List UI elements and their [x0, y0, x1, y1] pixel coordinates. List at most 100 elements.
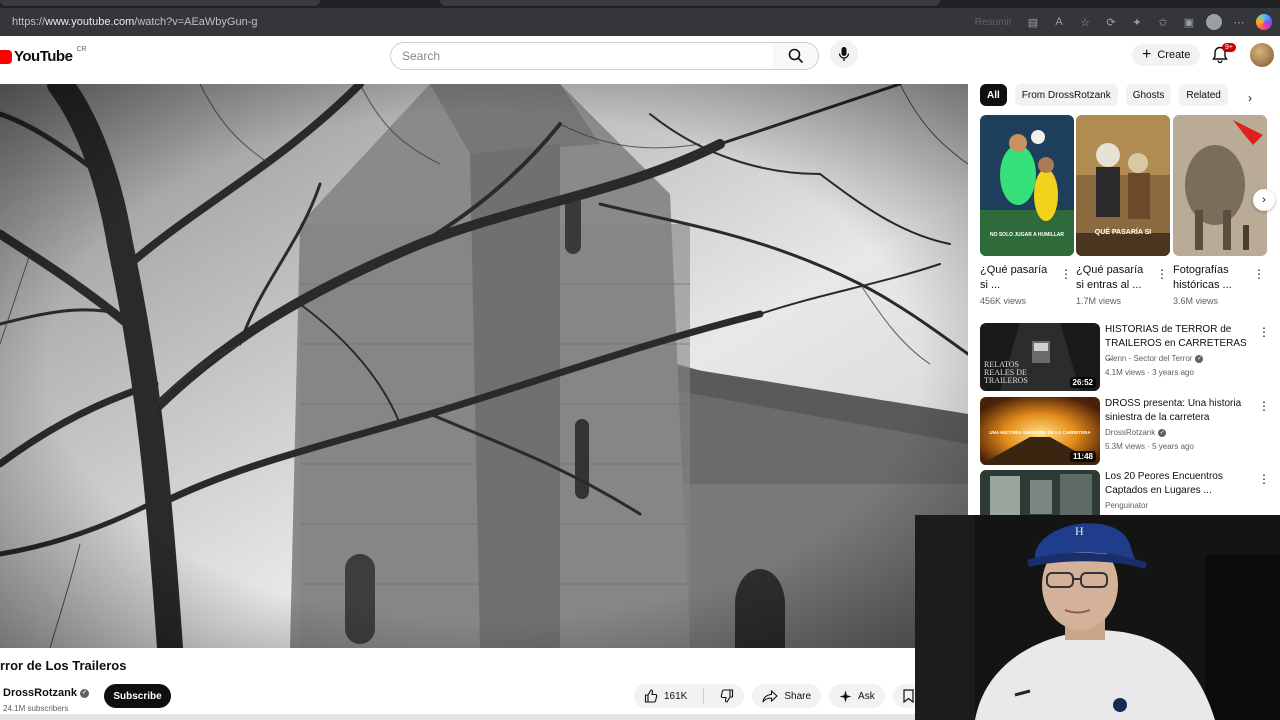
short-item[interactable]: Fotografías históricas ... ⋮ 3.6M views	[1173, 115, 1267, 306]
video-meta: 5.3M views · 5 years ago	[1105, 442, 1194, 451]
video-actions: 161K Share Ask Sa	[634, 684, 942, 708]
collections-icon[interactable]: ▣	[1180, 13, 1198, 31]
video-frame	[0, 84, 968, 648]
browser-tab[interactable]	[440, 0, 940, 6]
recommended-video[interactable]: RELATOS REALES DE TRAILEROS 26:52 HISTOR…	[980, 323, 1270, 391]
share-button[interactable]: Share	[752, 684, 822, 708]
more-menu-icon[interactable]: ⋯	[1230, 13, 1248, 31]
plus-icon: +	[1142, 46, 1152, 63]
video-thumbnail-image	[980, 470, 1100, 515]
search-button[interactable]	[773, 42, 819, 70]
chip-from-channel[interactable]: From DrossRotzank	[1014, 84, 1118, 106]
verified-icon: ✓	[79, 688, 89, 698]
recommended-video[interactable]: Los 20 Peores Encuentros Captados en Lug…	[980, 470, 1270, 515]
verified-icon: ✓	[1195, 354, 1204, 363]
filter-chips: All From DrossRotzank Ghosts Related	[980, 84, 1228, 106]
dislike-button[interactable]	[710, 684, 744, 708]
reader-icon[interactable]: ▤	[1024, 13, 1042, 31]
video-channel[interactable]: Penguinator	[1105, 501, 1148, 510]
copilot-icon[interactable]	[1256, 14, 1272, 30]
channel-info: DrossRotzank ✓ 24.1M subscribers	[3, 683, 89, 713]
account-avatar[interactable]	[1250, 43, 1274, 67]
share-label: Share	[784, 690, 812, 702]
more-vert-icon[interactable]: ⋮	[1258, 472, 1270, 486]
thumbs-down-icon	[721, 689, 734, 703]
summarize-button[interactable]: Resumir	[975, 17, 1012, 28]
bookmark-star-icon[interactable]: ☆	[1076, 13, 1094, 31]
notifications-button[interactable]: 9+	[1212, 43, 1236, 66]
logo-wordmark: YouTube	[14, 48, 73, 65]
favorites-icon[interactable]: ✩	[1154, 13, 1172, 31]
search-icon	[788, 48, 803, 64]
video-title: rror de Los Traileros	[0, 658, 127, 673]
translate-icon[interactable]: A	[1050, 13, 1068, 31]
video-channel[interactable]: DrossRotzank ✓	[1105, 428, 1167, 437]
chip-related[interactable]: Related	[1179, 84, 1228, 106]
search-placeholder: Search	[402, 49, 441, 63]
thumbs-up-icon	[644, 689, 658, 703]
video-thumbnail[interactable]: RELATOS REALES DE TRAILEROS 26:52	[980, 323, 1100, 391]
short-thumbnail[interactable]: QUÉ PASARÍA SI	[1076, 115, 1170, 256]
more-vert-icon[interactable]: ⋮	[1060, 267, 1072, 281]
thumbnail-text: UNA HISTORIA SINIESTRA DE LA CARRETERA	[989, 430, 1091, 435]
chevron-right-icon[interactable]: ›	[1242, 90, 1258, 106]
video-channel[interactable]: Glenn - Sector del Terror ✓	[1105, 354, 1204, 363]
channel-name: DrossRotzank	[1105, 428, 1156, 437]
more-vert-icon[interactable]: ⋮	[1258, 399, 1270, 413]
video-title-link[interactable]: Los 20 Peores Encuentros Captados en Lug…	[1105, 470, 1255, 498]
more-vert-icon[interactable]: ⋮	[1258, 325, 1270, 339]
short-thumbnail[interactable]: NO SOLO JUGAR A HUMILLAR	[980, 115, 1074, 256]
channel-name: DrossRotzank	[3, 687, 77, 699]
more-vert-icon[interactable]: ⋮	[1156, 267, 1168, 281]
youtube-logo[interactable]: YouTube CR	[0, 46, 87, 65]
microphone-icon	[838, 47, 850, 61]
short-thumbnail[interactable]	[1173, 115, 1267, 256]
recommended-video[interactable]: UNA HISTORIA SINIESTRA DE LA CARRETERA 1…	[980, 397, 1270, 465]
short-views: 1.7M views	[1076, 296, 1122, 306]
short-item[interactable]: QUÉ PASARÍA SI ¿Qué pasaría si entras al…	[1076, 115, 1170, 306]
like-button[interactable]: 161K	[634, 684, 697, 708]
channel-name: Glenn - Sector del Terror	[1105, 354, 1193, 363]
short-item[interactable]: NO SOLO JUGAR A HUMILLAR ¿Qué pasaría si…	[980, 115, 1074, 306]
subscribe-button[interactable]: Subscribe	[104, 684, 171, 708]
more-vert-icon[interactable]: ⋮	[1253, 267, 1265, 281]
sparkle-icon	[839, 690, 852, 702]
channel-name: Penguinator	[1105, 501, 1149, 510]
video-thumbnail[interactable]	[980, 470, 1100, 515]
url-field[interactable]: https://www.youtube.com/watch?v=AEaWbyGu…	[12, 16, 258, 28]
shorts-next-button[interactable]: ›	[1253, 189, 1275, 211]
video-thumbnail[interactable]: UNA HISTORIA SINIESTRA DE LA CARRETERA 1…	[980, 397, 1100, 465]
ask-button[interactable]: Ask	[829, 684, 885, 708]
browser-toolbar: Resumir ▤ A ☆ ⟳ ✦ ✩ ▣ ⋯	[975, 13, 1272, 31]
screen: https://www.youtube.com/watch?v=AEaWbyGu…	[0, 0, 1280, 720]
extensions-icon[interactable]: ✦	[1128, 13, 1146, 31]
youtube-header: YouTube CR Search + Create 9+	[0, 36, 1280, 84]
bookmark-icon	[903, 689, 914, 703]
video-player[interactable]	[0, 84, 968, 648]
profile-icon[interactable]	[1206, 14, 1222, 30]
channel-name-link[interactable]: DrossRotzank ✓	[3, 687, 89, 699]
chip-ghosts[interactable]: Ghosts	[1125, 84, 1172, 106]
video-duration: 11:48	[1069, 451, 1096, 462]
like-dislike-group: 161K	[634, 684, 745, 708]
verified-icon: ✓	[1158, 428, 1167, 437]
short-title[interactable]: ¿Qué pasaría si ...	[980, 263, 1058, 293]
youtube-play-icon	[0, 49, 12, 64]
short-title[interactable]: ¿Qué pasaría si entras al ...	[1076, 263, 1154, 293]
refresh-icon[interactable]: ⟳	[1102, 13, 1120, 31]
voice-search-button[interactable]	[830, 40, 858, 68]
chip-all[interactable]: All	[980, 84, 1007, 106]
thumbnail-text: RELATOS REALES DE TRAILEROS	[984, 360, 1028, 385]
create-button[interactable]: + Create	[1132, 44, 1201, 66]
video-title-link[interactable]: DROSS presenta: Una historia siniestra d…	[1105, 397, 1255, 425]
short-views: 456K views	[980, 296, 1027, 306]
short-title[interactable]: Fotografías históricas ...	[1173, 263, 1251, 293]
create-label: Create	[1157, 49, 1191, 61]
svg-text:H: H	[1075, 524, 1084, 538]
browser-tab[interactable]	[0, 0, 320, 6]
share-icon	[762, 689, 779, 702]
short-overlay-text: QUÉ PASARÍA SI	[1094, 229, 1152, 236]
chevron-right-icon: ›	[1262, 194, 1266, 206]
search-input[interactable]: Search	[390, 42, 774, 70]
video-duration: 26:52	[1069, 377, 1096, 388]
